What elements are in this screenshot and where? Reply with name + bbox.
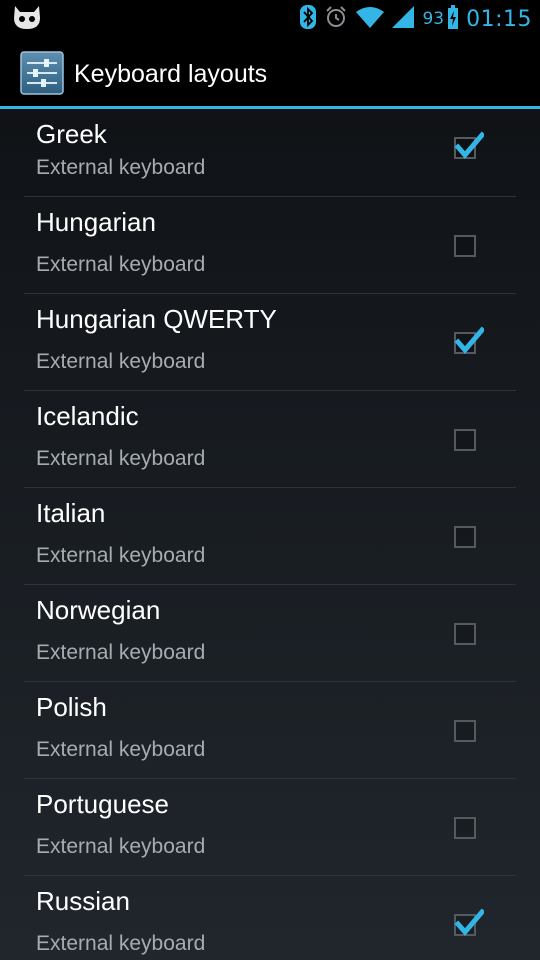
layout-name: Norwegian — [36, 595, 161, 625]
checkbox-unchecked[interactable] — [454, 623, 476, 645]
checkbox-unchecked[interactable] — [454, 429, 476, 451]
battery-charging-icon — [448, 5, 459, 33]
list-item[interactable]: Hungarian External keyboard — [24, 197, 516, 294]
signal-icon — [392, 6, 415, 32]
bluetooth-icon — [300, 5, 317, 33]
checkbox-checked[interactable] — [454, 908, 484, 936]
layout-subtitle: External keyboard — [36, 738, 206, 761]
clock: 01:15 — [466, 6, 532, 32]
status-bar: 93 01:15 — [0, 0, 540, 38]
list-item[interactable]: Icelandic External keyboard — [24, 391, 516, 488]
layout-subtitle: External keyboard — [36, 641, 206, 664]
settings-sliders-icon[interactable] — [20, 51, 64, 95]
checkbox-unchecked[interactable] — [454, 526, 476, 548]
layout-subtitle: External keyboard — [36, 932, 206, 955]
keyboard-layout-list: Greek External keyboard Hungarian External … — [24, 109, 516, 960]
checkbox-unchecked[interactable] — [454, 720, 476, 742]
layout-name: Italian — [36, 498, 106, 528]
layout-subtitle: External keyboard — [36, 447, 206, 470]
checkbox-unchecked[interactable] — [454, 235, 476, 257]
layout-subtitle: External keyboard — [36, 350, 206, 373]
cyanogen-mascot-icon — [12, 4, 42, 32]
checkbox-unchecked[interactable] — [454, 817, 476, 839]
layout-subtitle: External keyboard — [36, 835, 206, 858]
layout-name: Greek — [36, 119, 107, 149]
action-bar: Keyboard layouts — [0, 38, 540, 109]
layout-name: Icelandic — [36, 401, 139, 431]
list-item[interactable]: Portuguese External keyboard — [24, 779, 516, 876]
battery-level: 93 — [422, 9, 445, 29]
wifi-icon — [356, 6, 385, 32]
list-item[interactable]: Russian External keyboard — [24, 876, 516, 960]
checkmark-icon — [454, 908, 484, 936]
alarm-icon — [324, 5, 348, 33]
checkbox-checked[interactable] — [454, 326, 484, 354]
layout-name: Hungarian QWERTY — [36, 304, 277, 334]
list-item[interactable]: Italian External keyboard — [24, 488, 516, 585]
layout-subtitle: External keyboard — [36, 544, 206, 567]
layout-name: Portuguese — [36, 789, 169, 819]
layout-subtitle: External keyboard — [36, 253, 206, 276]
checkmark-icon — [454, 326, 484, 354]
layout-name: Hungarian — [36, 207, 156, 237]
list-item[interactable]: Norwegian External keyboard — [24, 585, 516, 682]
list-item[interactable]: Hungarian QWERTY External keyboard — [24, 294, 516, 391]
list-item[interactable]: Polish External keyboard — [24, 682, 516, 779]
layout-subtitle: External keyboard — [36, 156, 206, 179]
screen: 93 01:15 Keyboard layouts Greek External… — [0, 0, 540, 960]
checkmark-icon — [454, 131, 484, 159]
page-title: Keyboard layouts — [74, 60, 268, 88]
layout-name: Russian — [36, 886, 130, 916]
list-item[interactable]: Greek External keyboard — [24, 109, 516, 197]
layout-name: Polish — [36, 692, 107, 722]
checkbox-checked[interactable] — [454, 131, 484, 159]
